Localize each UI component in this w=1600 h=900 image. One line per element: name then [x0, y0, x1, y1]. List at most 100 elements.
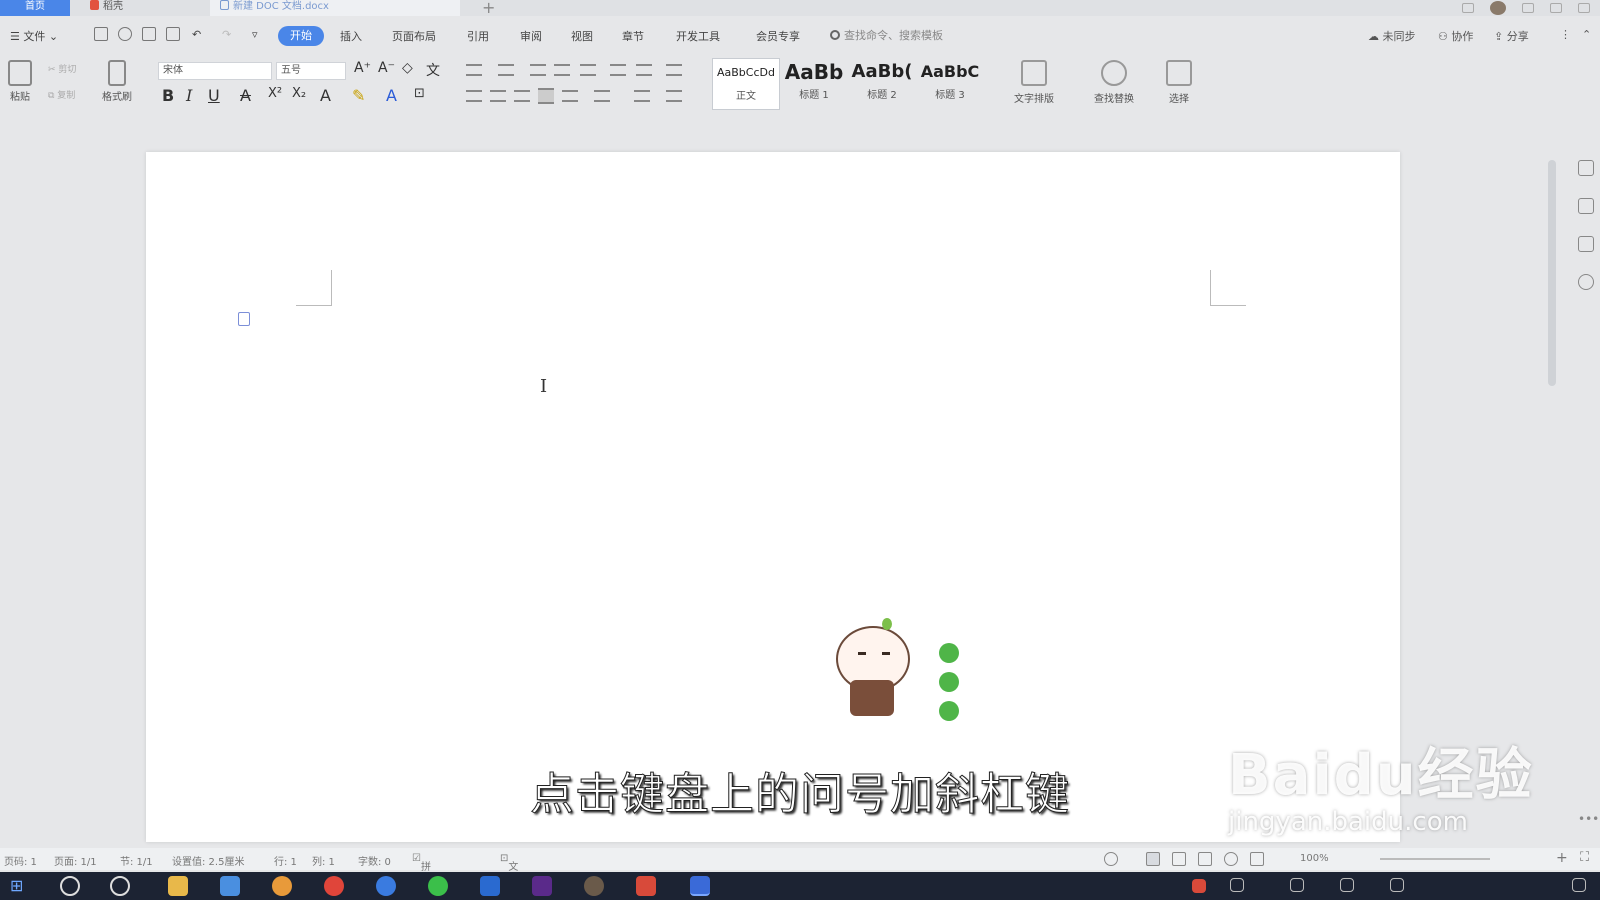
shrink-font-icon[interactable]: A⁻ — [378, 60, 395, 76]
float-heart-button[interactable] — [939, 701, 959, 721]
tab-start[interactable]: 开始 — [278, 26, 324, 46]
fullscreen-icon[interactable]: ⛶ — [1580, 850, 1589, 865]
highlight-icon[interactable]: ✎ — [352, 86, 365, 105]
web-view-icon[interactable] — [1224, 852, 1238, 866]
style-heading-2[interactable]: AaBb( 标题 2 — [848, 58, 916, 110]
zoom-level[interactable]: 100% — [1300, 853, 1329, 864]
shading-icon[interactable] — [634, 90, 650, 102]
tab-document[interactable]: 新建 DOC 文档.docx — [210, 0, 460, 16]
borders-icon[interactable] — [666, 90, 682, 102]
phonetic-icon[interactable]: 文 — [426, 60, 440, 80]
status-words[interactable]: 字数: 0 — [358, 853, 391, 868]
app-icon-6[interactable] — [636, 876, 656, 896]
avatar[interactable] — [1490, 1, 1506, 15]
more-icon[interactable]: ⋮ — [1560, 28, 1571, 41]
italic-icon[interactable]: I — [186, 86, 192, 105]
restore-icon[interactable] — [1550, 3, 1562, 13]
tab-docer[interactable]: 稻壳 — [80, 0, 200, 16]
network-icon[interactable] — [1340, 878, 1354, 892]
app-icon-3[interactable] — [376, 876, 396, 896]
superscript-icon[interactable]: X² — [268, 86, 282, 101]
tab-page-layout[interactable]: 页面布局 — [392, 28, 436, 44]
print-icon[interactable] — [142, 27, 156, 41]
wechat-icon[interactable] — [428, 876, 448, 896]
style-normal[interactable]: AaBbCcDd 正文 — [712, 58, 780, 110]
layout-icon[interactable] — [1462, 3, 1474, 13]
style-heading-3[interactable]: AaBbC 标题 3 — [916, 58, 984, 110]
char-border-icon[interactable]: ⊡ — [414, 86, 425, 101]
copy-button[interactable]: ⧉ 复制 — [48, 88, 75, 101]
text-effect-icon[interactable]: A — [320, 86, 331, 105]
undo-icon[interactable]: ↶ — [192, 28, 201, 41]
bold-icon[interactable]: B — [162, 86, 174, 105]
cut-button[interactable]: ✂ 剪切 — [48, 62, 76, 75]
subscript-icon[interactable]: X₂ — [292, 86, 306, 101]
help-icon[interactable] — [1578, 274, 1594, 290]
bullet-list-icon[interactable] — [466, 64, 482, 76]
proofread-button[interactable]: ⊡ 文档校对 — [500, 853, 518, 900]
tab-chapter[interactable]: 章节 — [622, 28, 644, 44]
format-icon[interactable] — [118, 27, 132, 41]
tab-insert[interactable]: 插入 — [340, 28, 362, 44]
wps-writer-icon[interactable] — [690, 876, 710, 896]
clear-format-icon[interactable]: ◇ — [402, 60, 413, 76]
new-tab-icon[interactable]: + — [482, 0, 495, 17]
style-heading-1[interactable]: AaBb 标题 1 — [780, 58, 848, 110]
tray-app-icon[interactable] — [1192, 879, 1206, 893]
underline-icon[interactable]: U — [208, 86, 220, 105]
print-preview-icon[interactable] — [166, 27, 180, 41]
premiere-icon[interactable] — [532, 876, 552, 896]
zoom-in-icon[interactable]: + — [1556, 850, 1568, 866]
tab-review[interactable]: 审阅 — [520, 28, 542, 44]
show-marks-icon[interactable] — [636, 64, 652, 76]
zoom-slider[interactable] — [1380, 858, 1490, 860]
collapse-ribbon-icon[interactable]: ⌃ — [1582, 28, 1591, 41]
status-setting[interactable]: 设置值: 2.5厘米 — [172, 853, 244, 868]
increase-indent-icon[interactable] — [554, 64, 570, 76]
file-menu[interactable]: ☰ 文件 ⌄ — [10, 28, 58, 44]
grow-font-icon[interactable]: A⁺ — [354, 60, 371, 76]
font-size-select[interactable]: 五号 — [276, 62, 346, 80]
float-chat-button[interactable] — [939, 672, 959, 692]
tab-references[interactable]: 引用 — [467, 28, 489, 44]
customize-icon[interactable]: ▿ — [252, 28, 258, 41]
pointer-icon[interactable] — [1578, 198, 1594, 214]
align-right-icon[interactable] — [514, 90, 530, 102]
chinese-layout-icon[interactable] — [580, 64, 596, 76]
redo-icon[interactable]: ↷ — [222, 28, 231, 41]
tab-view[interactable]: 视图 — [571, 28, 593, 44]
chrome-icon[interactable] — [324, 876, 344, 896]
line-spacing-icon[interactable] — [594, 90, 610, 102]
app-icon-1[interactable] — [220, 876, 240, 896]
write-view-icon[interactable] — [1250, 852, 1264, 866]
paste-button[interactable]: 粘贴 — [8, 60, 32, 103]
scroll-thumb[interactable] — [1548, 160, 1556, 386]
file-explorer-icon[interactable] — [168, 876, 188, 896]
cortana-icon[interactable] — [110, 876, 130, 896]
outline-view-icon[interactable] — [1172, 852, 1186, 866]
distributed-icon[interactable] — [562, 90, 578, 102]
format-painter-button[interactable]: 格式刷 — [102, 60, 132, 103]
tab-member[interactable]: 会员专享 — [756, 28, 800, 44]
paragraph-handle-icon[interactable] — [238, 312, 250, 326]
table-icon[interactable] — [666, 64, 682, 76]
tab-home[interactable]: 首页 — [0, 0, 70, 16]
minimize-icon[interactable] — [1522, 3, 1534, 13]
tray-icon-1[interactable] — [1230, 878, 1244, 892]
font-color-icon[interactable]: A — [386, 86, 397, 105]
collab-button[interactable]: ⚇ 协作 — [1438, 28, 1473, 44]
share-button[interactable]: ⇪ 分享 — [1494, 28, 1529, 44]
taskbar-clock[interactable] — [1543, 875, 1546, 897]
align-left-icon[interactable] — [466, 90, 482, 102]
text-layout-button[interactable]: 文字排版 — [1014, 60, 1054, 105]
sync-button[interactable]: ☁ 未同步 — [1368, 28, 1416, 44]
windows-start-icon[interactable]: ⊞ — [10, 876, 30, 896]
reading-view-icon[interactable] — [1198, 852, 1212, 866]
spell-check-toggle[interactable]: ☑ 拼写检查 — [412, 853, 431, 900]
edit-icon[interactable] — [1578, 160, 1594, 176]
app-icon-2[interactable] — [272, 876, 292, 896]
sort-icon[interactable] — [610, 64, 626, 76]
volume-icon[interactable] — [1390, 878, 1404, 892]
font-name-select[interactable]: 宋体 — [158, 62, 272, 80]
align-center-icon[interactable] — [490, 90, 506, 102]
